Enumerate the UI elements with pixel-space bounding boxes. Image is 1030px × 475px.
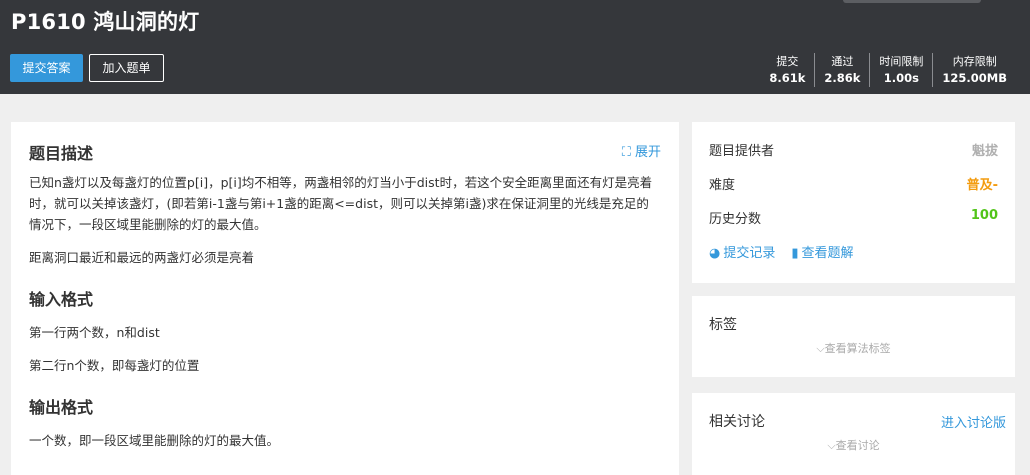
stat-memory-limit: 内存限制 125.00MB [932,53,1016,87]
provider-row: 题目提供者 魁拔 [709,140,998,174]
description-paragraph: 已知n盏灯以及每盏灯的位置p[i]，p[i]均不相等，两盏相邻的灯当小于dist… [29,175,653,232]
description-heading: 题目描述 [29,144,94,163]
pie-chart-icon: ◕ [709,246,721,261]
view-solutions-label: 查看题解 [801,246,854,261]
output-format-paragraph: 一个数，即一段区域里能删除的灯的最大值。 [29,433,280,448]
view-tags-toggle[interactable]: ⌵查看算法标签 [709,340,998,356]
stat-label: 提交 [776,55,799,68]
view-solutions-link[interactable]: ▮ 查看题解 [791,242,853,261]
stat-time-limit: 时间限制 1.00s [869,53,932,87]
stat-value: 2.86k [824,71,861,85]
view-discussion-toggle[interactable]: ⌵查看讨论 [709,437,998,453]
stat-label: 时间限制 [879,55,924,68]
score-row: 历史分数 100 [709,208,998,242]
submission-records-link[interactable]: ◕ 提交记录 [709,242,775,261]
output-format-heading: 输出格式 [29,398,94,417]
input-format-paragraph: 第一行两个数，n和dist [29,325,160,340]
view-tags-label: 查看算法标签 [824,342,891,355]
description-paragraph: 距离洞口最近和最远的两盏灯必须是亮着 [29,250,255,265]
book-icon: ▮ [791,246,799,261]
submit-answer-button[interactable]: 提交答案 [10,54,83,82]
page-title: P1610 鸿山洞的灯 [11,10,200,34]
chevron-down-icon: ⌵ [827,439,836,452]
difficulty-label: 难度 [709,178,736,193]
stat-submissions: 提交 8.61k [760,53,814,87]
stat-value: 1.00s [883,71,920,85]
stat-label: 通过 [831,55,854,68]
discussion-card: 相关讨论 进入讨论版 ⌵查看讨论 [692,393,1015,475]
stat-label: 内存限制 [952,55,997,68]
problem-statement-card: 题目描述 ⛶ 展开 已知n盏灯以及每盏灯的位置p[i]，p[i]均不相等，两盏相… [11,122,679,475]
stat-accepted: 通过 2.86k [814,53,869,87]
expand-label: 展开 [634,145,661,160]
stat-value: 8.61k [769,71,806,85]
problem-stats: 提交 8.61k 通过 2.86k 时间限制 1.00s 内存限制 125.00… [760,53,1016,87]
difficulty-value: 普及- [966,178,998,193]
view-discussion-label: 查看讨论 [835,439,880,452]
top-search-bar-fragment[interactable] [843,0,981,3]
side-links: ◕ 提交记录 ▮ 查看题解 [709,242,998,261]
input-format-heading: 输入格式 [29,290,94,309]
add-to-list-button[interactable]: 加入题单 [89,54,164,82]
provider-link[interactable]: 魁拔 [972,140,998,159]
stat-value: 125.00MB [942,71,1007,85]
submission-records-label: 提交记录 [723,246,776,261]
score-value: 100 [970,208,998,223]
expand-button[interactable]: ⛶ 展开 [622,141,661,160]
score-label: 历史分数 [709,212,762,227]
provider-label: 题目提供者 [709,144,775,159]
problem-info-card: 题目提供者 魁拔 难度 普及- 历史分数 100 ◕ 提交记录 ▮ 查看题解 [692,122,1015,283]
input-format-paragraph: 第二行n个数，即每盏灯的位置 [29,358,200,373]
expand-icon: ⛶ [621,145,631,160]
tags-card: 标签 ⌵查看算法标签 [692,296,1015,377]
difficulty-row: 难度 普及- [709,174,998,208]
enter-discussion-link[interactable]: 进入讨论版 [941,412,1006,431]
tags-title: 标签 [709,317,737,333]
problem-header: P1610 鸿山洞的灯 提交答案 加入题单 提交 8.61k 通过 2.86k … [0,0,1030,94]
chevron-down-icon: ⌵ [816,342,825,355]
